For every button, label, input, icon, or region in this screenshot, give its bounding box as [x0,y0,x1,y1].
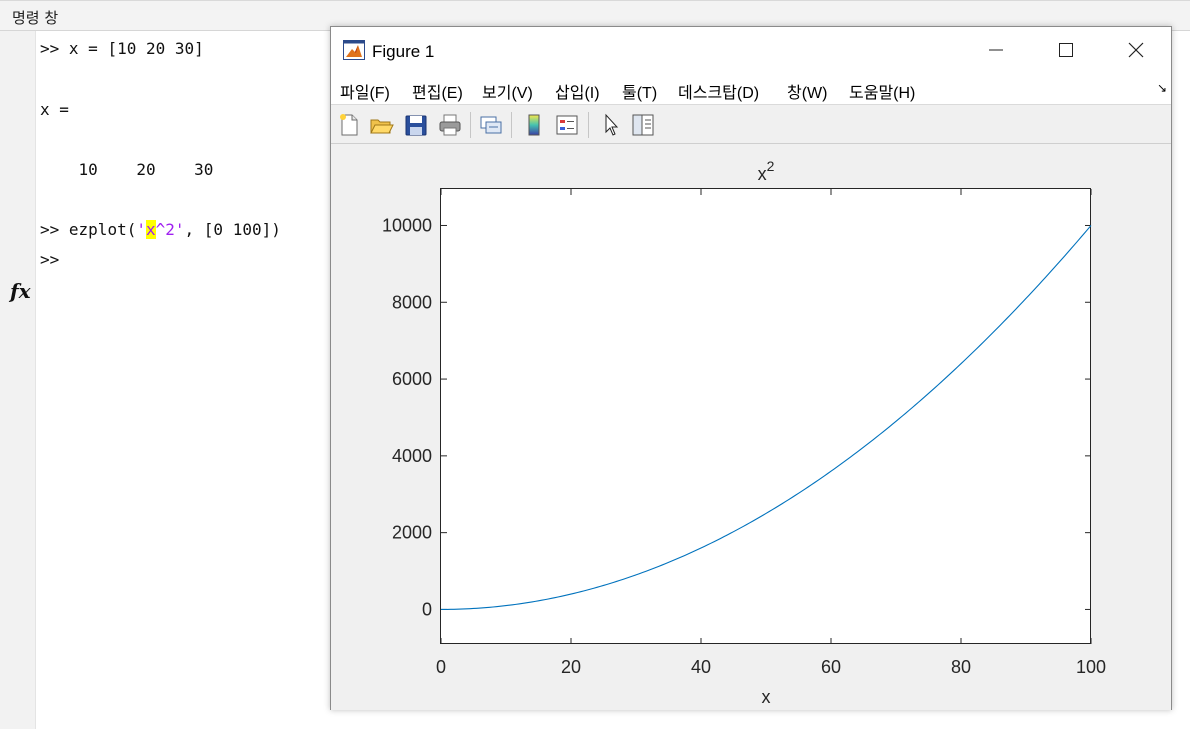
highlighted-variable: x [145,220,156,239]
legend-icon[interactable] [554,112,580,138]
x-tick-label: 0 [436,657,446,677]
toolbar-separator [588,112,589,138]
x-tick-label: 80 [951,657,971,677]
x-tick-label: 60 [821,657,841,677]
colorbar-icon[interactable] [521,112,547,138]
maximize-icon [1059,43,1073,57]
maximize-button[interactable] [1031,27,1101,73]
minimize-icon [989,49,1003,51]
figure-title: Figure 1 [372,42,435,61]
new-figure-icon[interactable] [336,112,362,138]
axes-box[interactable] [440,188,1091,644]
menu-window[interactable]: 창(W) [787,79,827,103]
menu-file[interactable]: 파일(F) [340,79,390,103]
pointer-icon[interactable] [598,112,624,138]
save-icon[interactable] [403,112,429,138]
menu-tools[interactable]: 툴(T) [622,79,657,103]
x-axis-label: x [762,687,771,707]
y-tick-label: 2000 [392,523,432,543]
command-window-gutter: fx [0,31,36,729]
print-icon[interactable] [437,112,463,138]
toolbar-separator [511,112,512,138]
command-prompt[interactable]: >> [40,250,69,269]
close-button[interactable] [1101,27,1171,73]
menu-insert[interactable]: 삽입(I) [555,79,600,103]
command-output-label: x = [40,100,69,119]
matlab-icon [343,40,365,60]
y-tick-label: 8000 [392,292,432,312]
menu-help[interactable]: 도움말(H) [849,79,915,103]
x-tick-label: 20 [561,657,581,677]
close-icon [1128,42,1144,58]
y-tick-label: 4000 [392,446,432,466]
command-output-values: 10 20 30 [40,160,214,179]
dock-arrow-icon[interactable]: ↘ [1157,81,1167,95]
chart-title: x2 [758,158,775,184]
command-line-1: >> x = [10 20 30] [40,39,204,58]
open-file-icon[interactable] [368,112,394,138]
property-inspector-icon[interactable] [630,112,656,138]
figure-toolbar [331,106,1171,144]
x-tick-label: 100 [1076,657,1106,677]
x-tick-label: 40 [691,657,711,677]
figure-window[interactable]: Figure 1 파일(F) 편집(E) 보기(V) 삽입(I) 툴(T) 데스… [330,26,1172,710]
toolbar-separator [470,112,471,138]
minimize-button[interactable] [961,27,1031,73]
figure-menubar: 파일(F) 편집(E) 보기(V) 삽입(I) 툴(T) 데스크탑(D) 창(W… [331,73,1171,105]
y-tick-label: 10000 [382,215,432,235]
chart[interactable]: x2 0 20 40 60 80 100 0 2000 4000 6000 8000 10000 x [331,145,1171,710]
y-tick-label: 6000 [392,369,432,389]
plot-area[interactable]: x2 0 20 40 60 80 100 0 2000 4000 6000 8000 10000 x [331,145,1171,710]
command-line-2: >> ezplot('x^2', [0 100]) [40,220,281,239]
menu-edit[interactable]: 편집(E) [412,79,463,103]
menu-view[interactable]: 보기(V) [482,79,533,103]
menu-desktop[interactable]: 데스크탑(D) [678,79,759,103]
link-icon[interactable] [478,112,504,138]
y-tick-label: 0 [422,599,432,619]
fx-icon[interactable]: fx [10,279,31,303]
command-window-title: 명령 창 [12,9,59,27]
figure-titlebar[interactable]: Figure 1 [331,27,1171,73]
